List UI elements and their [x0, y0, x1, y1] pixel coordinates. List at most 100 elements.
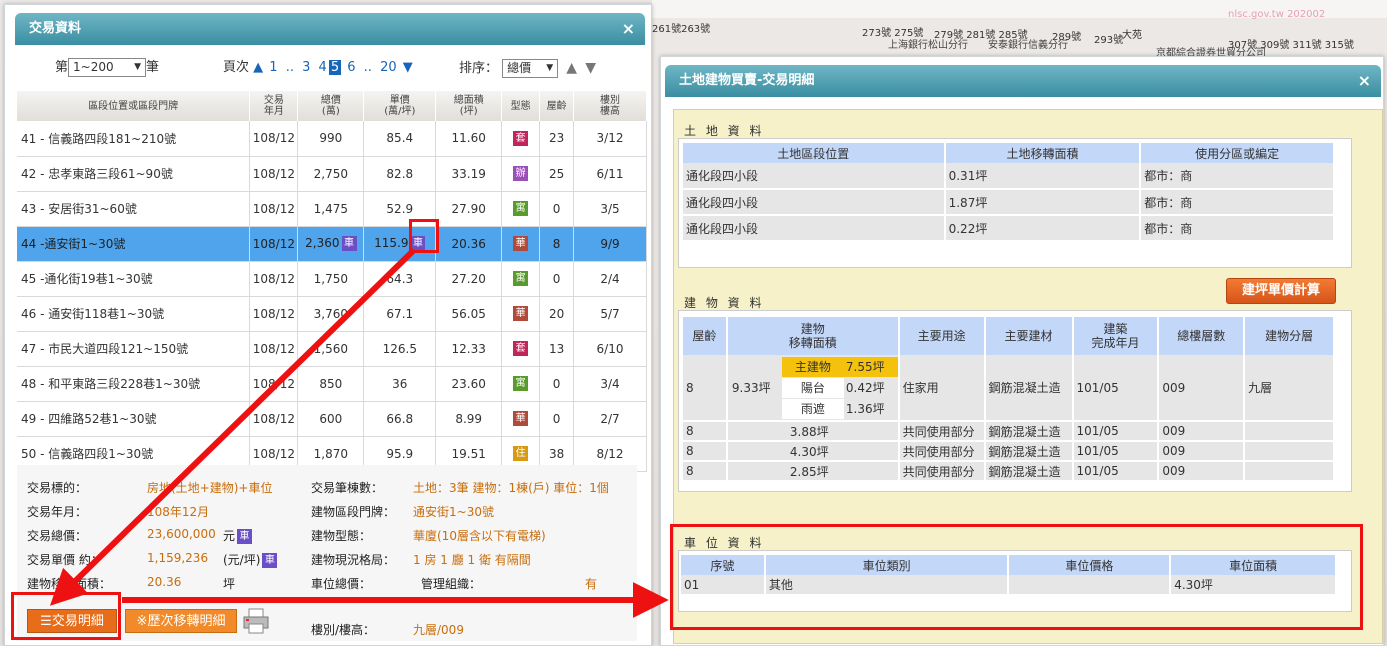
type-tag: 住 — [513, 446, 529, 461]
sort-label: 排序： — [459, 61, 499, 76]
column-header: 型態 — [501, 91, 541, 121]
cell-area: 33.19 — [435, 156, 503, 192]
table-row[interactable]: 45 -通化街19巷1~30號 108/12 1,750 64.3 27.20 寓 0 2/4 — [17, 261, 647, 297]
total-price-value: 2,750 — [313, 166, 349, 181]
page-link[interactable]: 1 — [267, 60, 279, 75]
cell-type: 寓 — [501, 261, 541, 297]
parking-column-header: 車位面積 — [1170, 555, 1337, 575]
page-link[interactable]: 20 — [378, 60, 399, 75]
total-price-value: 1,750 — [313, 271, 349, 286]
cell-unit-price: 115.9 車 — [363, 226, 437, 262]
table-row[interactable]: 41 - 信義路四段181~210號 108/12 990 85.4 11.60 套 23 3… — [17, 121, 647, 157]
summary-label: 交易單價 約： — [27, 553, 103, 567]
map-bank-label: 上海銀行松山分行 — [888, 40, 968, 51]
unit-price-value: 95.9 — [386, 446, 414, 461]
table-row[interactable]: 49 - 四維路52巷1~30號 108/12 600 66.8 8.99 華 0 2/7 — [17, 401, 647, 437]
transaction-detail-button[interactable]: ☰交易明細 — [27, 609, 117, 633]
summary-label: 建物現況格局： — [311, 553, 396, 567]
building-cell-age: 8 — [683, 461, 728, 482]
cell-location: 48 - 和平東路三段228巷1~30號 — [17, 366, 251, 402]
building-table: 屋齡 建物 移轉面積 主要用途 主要建材 建築 完成年月 總樓層數 建物分層 8 9.33坪主… — [683, 317, 1335, 482]
parking-cell: 其他 — [764, 575, 1010, 596]
cell-floor: 3/5 — [573, 191, 647, 227]
cell-area: 27.90 — [435, 191, 503, 227]
table-row[interactable]: 46 - 通安街118巷1~30號 108/12 3,760 67.1 56.05 華 20… — [17, 296, 647, 332]
sort-select-value: 總價 — [507, 61, 532, 75]
table-row[interactable]: 44 -通安街1~30號 108/12 2,360 車 115.9 車 20.36 華 8 9/9 — [17, 226, 647, 262]
cell-type: 華 — [501, 401, 541, 437]
cell-type: 華 — [501, 226, 541, 262]
building-column-header: 建物分層 — [1244, 317, 1335, 355]
column-header: 交易 年月 — [249, 91, 299, 121]
table-row[interactable]: 43 - 安居街31~60號 108/12 1,475 52.9 27.90 寓 0 3/5 — [17, 191, 647, 227]
land-cell: 都市：商 — [1140, 189, 1335, 216]
cell-area: 12.33 — [435, 331, 503, 367]
land-cell: 通化段四小段 — [683, 163, 946, 190]
column-header: 總價 (萬) — [297, 91, 365, 121]
area-breakdown-row: 雨遮 1.36坪 — [781, 399, 898, 419]
sort-select[interactable]: 總價 ▼ — [502, 59, 559, 78]
cell-age: 13 — [539, 331, 575, 367]
cell-floor: 2/4 — [573, 261, 647, 297]
area-breakdown-name: 主建物 — [781, 357, 844, 377]
type-tag: 套 — [513, 130, 529, 146]
prev-page-icon[interactable]: ▲ — [253, 60, 263, 75]
cell-age: 0 — [539, 401, 575, 437]
total-price-value: 850 — [319, 376, 343, 391]
cell-area: 23.60 — [435, 366, 503, 402]
building-area-total: 9.33坪 — [731, 381, 771, 395]
cell-age: 0 — [539, 261, 575, 297]
area-breakdown-value: 7.55坪 — [843, 357, 898, 377]
summary-value: 九層/009 — [413, 623, 464, 637]
cell-type: 套 — [501, 121, 541, 157]
parking-column-header: 序號 — [681, 555, 766, 575]
area-breakdown-name: 雨遮 — [781, 399, 844, 419]
cell-type: 寓 — [501, 191, 541, 227]
cell-unit-price: 52.9 — [363, 191, 437, 227]
area-breakdown-row: 陽台 0.42坪 — [781, 378, 898, 398]
table-row[interactable]: 47 - 市民大道四段121~150號 108/12 1,560 126.5 12.33… — [17, 331, 647, 367]
printer-icon[interactable] — [241, 607, 271, 635]
sort-desc-icon[interactable]: ▼ — [585, 60, 596, 76]
cell-floor: 6/11 — [573, 156, 647, 192]
building-area-breakdown: 主建物 7.55坪 陽台 0.42坪 雨遮 1.36坪 — [781, 357, 898, 420]
cell-year-month: 108/12 — [249, 296, 299, 332]
table-row[interactable]: 48 - 和平東路三段228巷1~30號 108/12 850 36 23.60 寓 0 3/… — [17, 366, 647, 402]
building-cell-area: 4.30坪 — [726, 441, 900, 462]
page-ellipsis: .. — [285, 60, 294, 75]
unit-price-value: 52.9 — [386, 201, 414, 216]
map-watermark: nlsc.gov.tw 202002 — [1228, 9, 1326, 20]
unit-price-calc-button[interactable]: 建坪單價計算 — [1226, 278, 1336, 304]
range-select[interactable]: 1~200 ▼ — [68, 58, 147, 77]
cell-floor: 3/12 — [573, 121, 647, 157]
type-tag: 寓 — [513, 271, 529, 286]
unit-price-value: 115.9 — [374, 236, 409, 250]
cell-type: 辦 — [501, 156, 541, 192]
page-link-current[interactable]: 5 — [328, 60, 342, 75]
building-cell-material: 鋼筋混凝土造 — [984, 421, 1074, 442]
next-page-icon[interactable]: ▼ — [403, 60, 413, 75]
parking-row: 01 其他 4.30坪 — [681, 575, 1337, 596]
parking-table: 序號 車位類別 車位價格 車位面積 01 其他 4.30坪 — [681, 555, 1337, 596]
parking-column-header: 車位類別 — [764, 555, 1010, 575]
building-cell-material: 鋼筋混凝土造 — [984, 441, 1074, 462]
cell-floor: 6/10 — [573, 331, 647, 367]
building-section: 屋齡 建物 移轉面積 主要用途 主要建材 建築 完成年月 總樓層數 建物分層 8 9.33坪主… — [678, 310, 1352, 492]
page-link[interactable]: 4 — [317, 60, 329, 75]
transfer-history-button[interactable]: ※歷次移轉明細 — [125, 609, 237, 633]
page-link[interactable]: 6 — [345, 60, 357, 75]
building-cell-completed: 101/05 — [1072, 441, 1160, 462]
close-icon[interactable]: × — [622, 13, 635, 45]
cell-location: 46 - 通安街118巷1~30號 — [17, 296, 251, 332]
cell-type: 寓 — [501, 366, 541, 402]
close-icon[interactable]: × — [1358, 65, 1371, 97]
building-row: 8 2.85坪 共同使用部分 鋼筋混凝土造 101/05 009 — [683, 461, 1335, 482]
range-select-value: 1~200 — [73, 60, 114, 74]
left-panel-titlebar: 交易資料 × — [15, 13, 645, 45]
sort-asc-icon[interactable]: ▲ — [566, 60, 577, 76]
right-panel-title: 土地建物買賣-交易明細 — [679, 73, 815, 88]
page-link[interactable]: 3 — [300, 60, 312, 75]
map-label: 293號 — [1094, 35, 1124, 46]
table-row[interactable]: 42 - 忠孝東路三段61~90號 108/12 2,750 82.8 33.19 辦 25… — [17, 156, 647, 192]
cell-year-month: 108/12 — [249, 366, 299, 402]
